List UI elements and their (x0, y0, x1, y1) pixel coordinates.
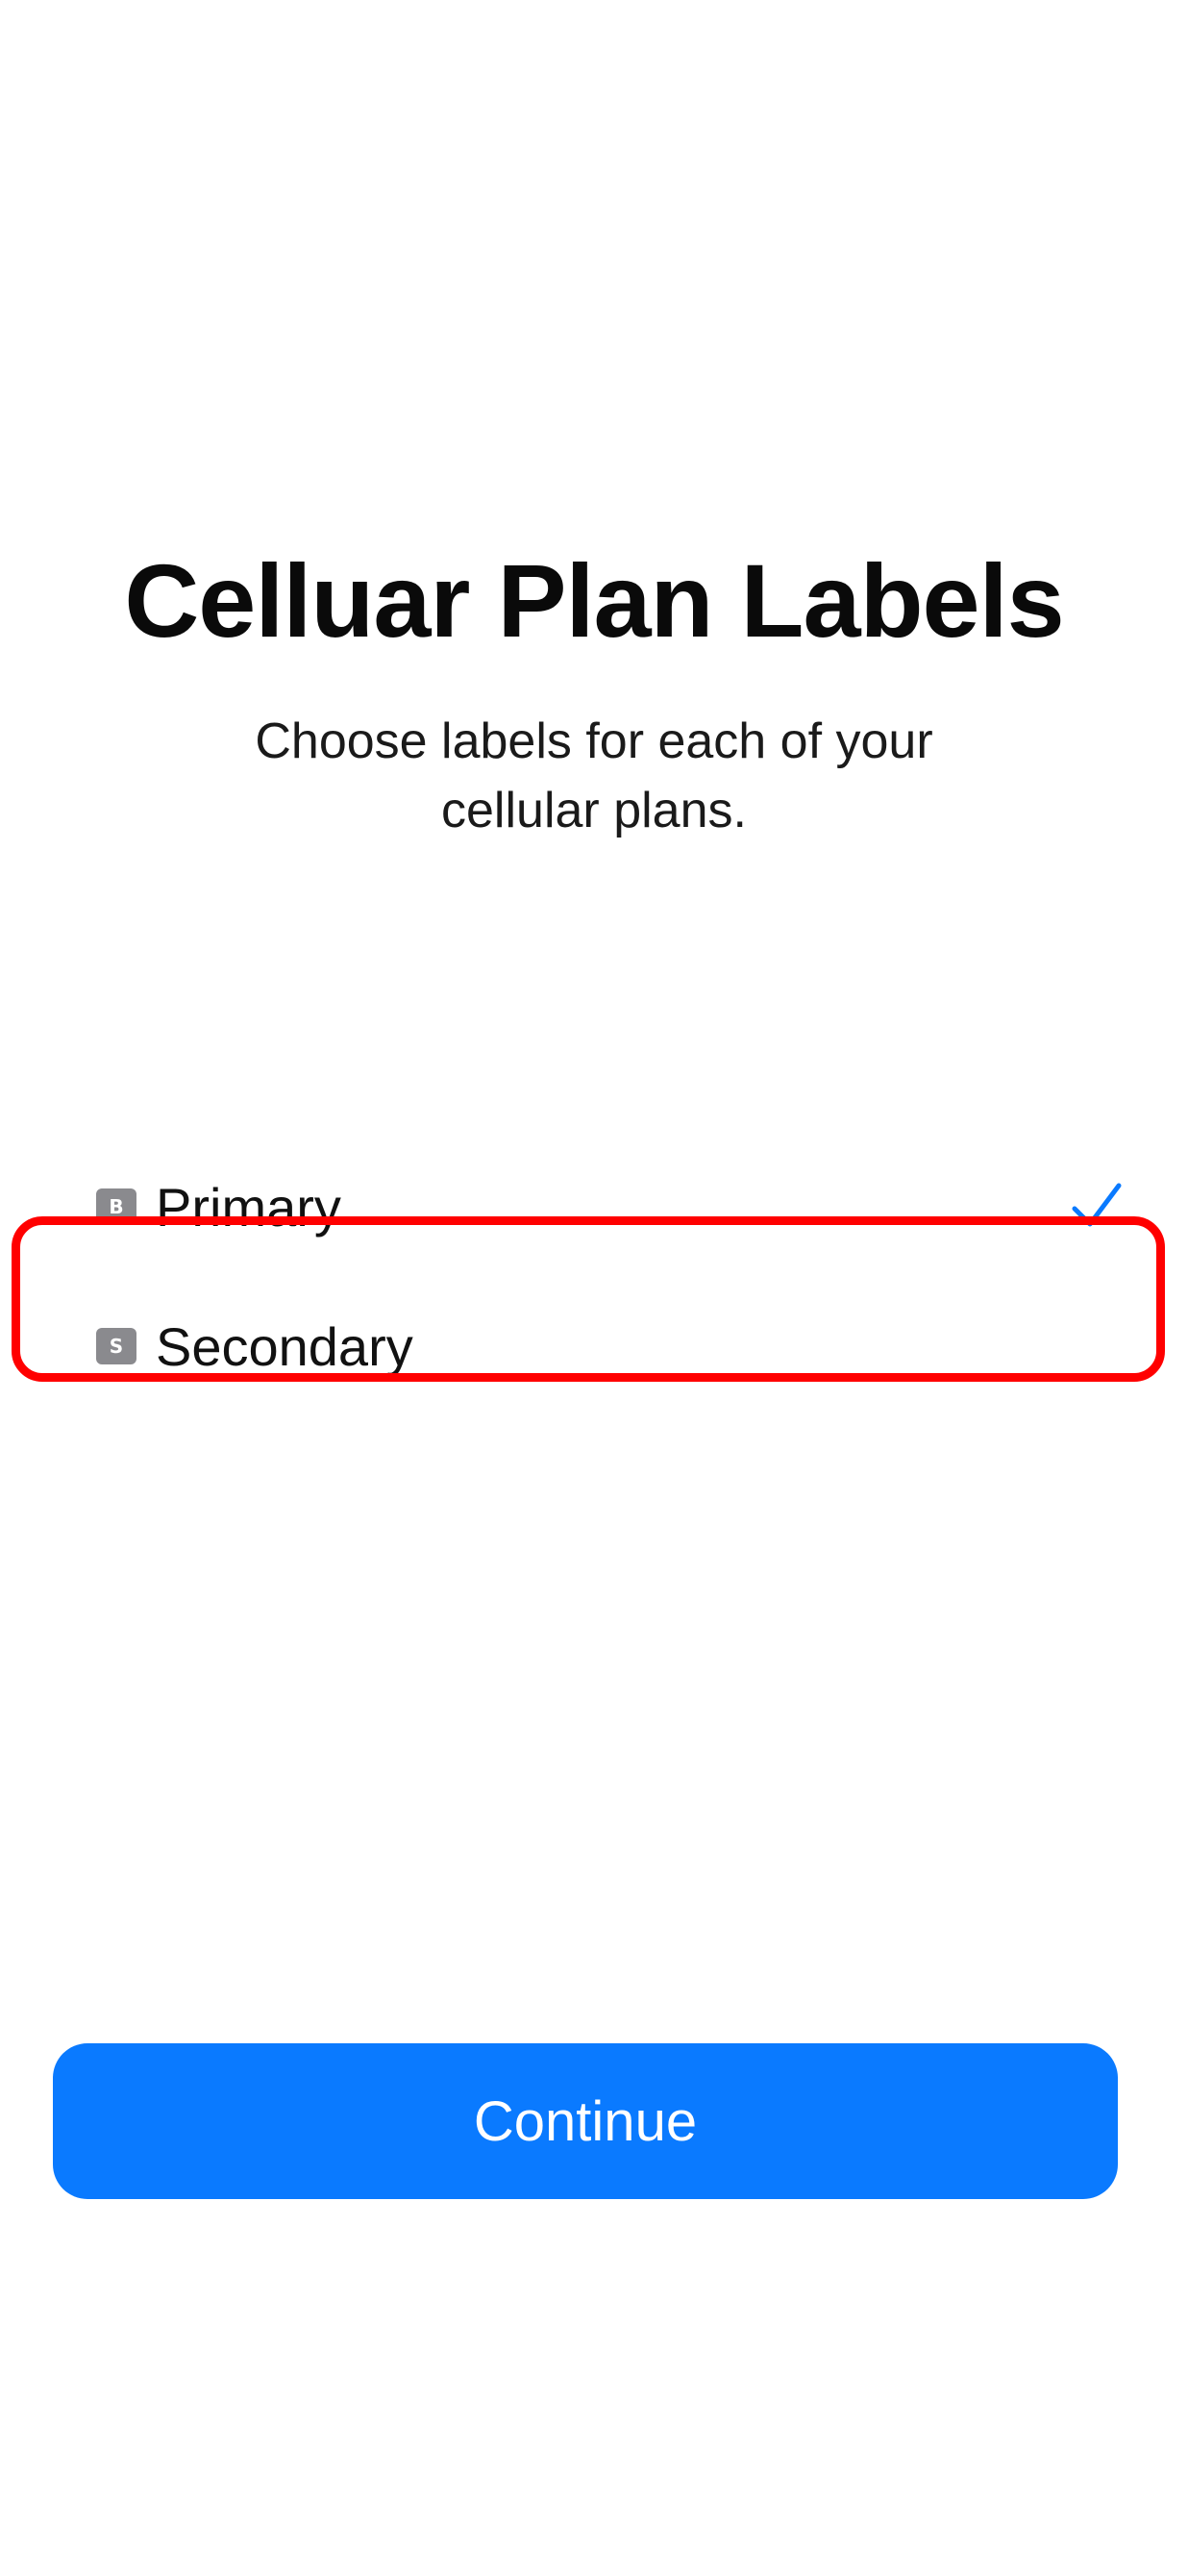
plan-label-secondary: Secondary (156, 1315, 413, 1377)
plan-row-secondary[interactable]: S Secondary (96, 1293, 1125, 1399)
plan-badge-icon: S (96, 1328, 136, 1364)
plan-badge-icon: B (96, 1188, 136, 1225)
checkmark-icon (1067, 1178, 1125, 1236)
page-subtitle: Choose labels for each of your cellular … (255, 713, 933, 838)
plan-row-primary[interactable]: B Primary (96, 1154, 1125, 1260)
continue-button[interactable]: Continue (53, 2043, 1118, 2199)
plan-label-primary: Primary (156, 1176, 341, 1238)
plan-list: B Primary S Secondary (0, 1077, 1188, 1385)
page-title: Celluar Plan Labels (124, 542, 1064, 659)
